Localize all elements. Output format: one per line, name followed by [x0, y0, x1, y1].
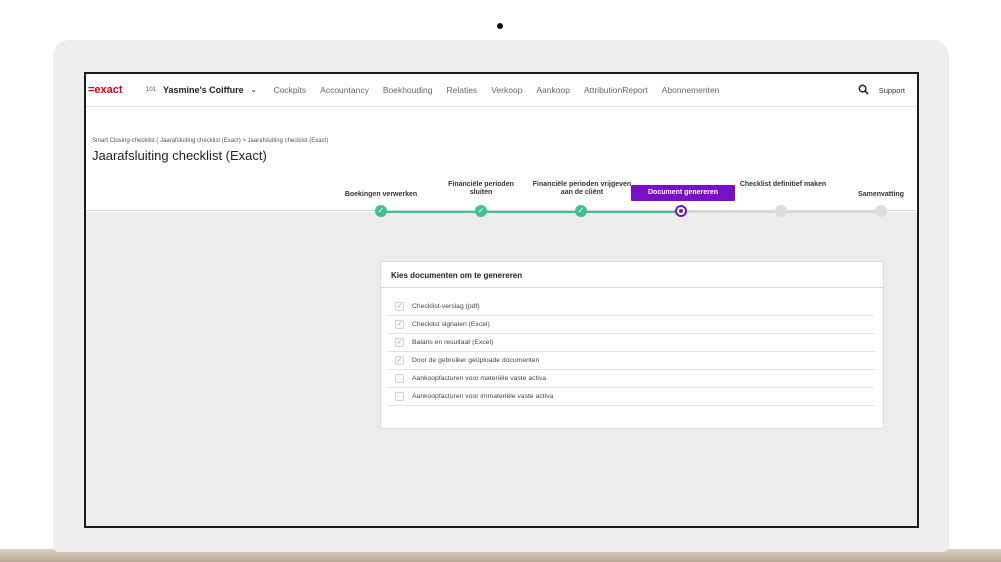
card-title: Kies documenten om te genereren: [391, 271, 523, 280]
document-list: ✓ Checklist-verslag (pdf) ✓ Checklist si…: [387, 298, 875, 406]
nav-item-accountancy[interactable]: Accountancy: [320, 85, 369, 95]
company-number: 101: [146, 87, 157, 93]
step-done-check-icon[interactable]: ✓: [375, 205, 387, 217]
list-item[interactable]: ✓ Balans en resultaat (Excel): [387, 334, 875, 352]
support-link[interactable]: Support: [879, 86, 905, 95]
card-divider: [381, 287, 883, 288]
list-item[interactable]: ✓ Door de gebruiker geüploade documenten: [387, 352, 875, 370]
checkbox-checked-icon[interactable]: ✓: [395, 356, 404, 365]
step-label-perioden-sluiten[interactable]: Financiële perioden sluiten: [436, 181, 526, 197]
checkbox-unchecked[interactable]: [395, 374, 404, 383]
document-selection-card: Kies documenten om te genereren ✓ Checkl…: [380, 261, 884, 429]
list-item[interactable]: ✓ Checklist-verslag (pdf): [387, 298, 875, 316]
step-label-checklist-definitief[interactable]: Checklist definitief maken: [738, 181, 828, 189]
page-title: Jaarafsluiting checklist (Exact): [92, 148, 267, 163]
document-label: Checklist signalen (Excel): [412, 321, 490, 328]
step-done-check-icon[interactable]: ✓: [475, 205, 487, 217]
company-selector[interactable]: 101 Yasmine's Coiffure ⌄: [146, 85, 257, 95]
nav-divider: [86, 106, 917, 107]
step-label-document-genereren[interactable]: Document genereren: [631, 185, 735, 201]
checkbox-checked-icon[interactable]: ✓: [395, 338, 404, 347]
chevron-down-icon: ⌄: [250, 87, 257, 94]
step-todo-indicator: [875, 205, 887, 217]
step-done-check-icon[interactable]: ✓: [575, 205, 587, 217]
step-label-boekingen[interactable]: Boekingen verwerken: [336, 191, 426, 199]
nav-item-boekhouding[interactable]: Boekhouding: [383, 85, 433, 95]
app-screen: =exact 101 Yasmine's Coiffure ⌄ Cockpits…: [84, 72, 919, 528]
document-label: Aankoopfacturen voor immateriële vaste a…: [412, 393, 554, 400]
checkbox-checked-icon[interactable]: ✓: [395, 302, 404, 311]
nav-item-verkoop[interactable]: Verkoop: [491, 85, 522, 95]
step-label-samenvatting[interactable]: Samenvatting: [841, 191, 917, 199]
list-item[interactable]: Aankoopfacturen voor materiële vaste act…: [387, 370, 875, 388]
document-label: Balans en resultaat (Excel): [412, 339, 494, 346]
webcam: [497, 23, 503, 29]
nav-item-attributionreport[interactable]: AttributionReport: [584, 85, 648, 95]
list-item[interactable]: Aankoopfacturen voor immateriële vaste a…: [387, 388, 875, 406]
step-label-perioden-vrijgeven[interactable]: Financiële perioden vrijgeven aan de cli…: [532, 181, 632, 197]
breadcrumb[interactable]: Smart Closing-checklist ( Jaarafsluiting…: [92, 138, 328, 144]
nav-item-aankoop[interactable]: Aankoop: [536, 85, 570, 95]
nav-item-cockpits[interactable]: Cockpits: [274, 85, 307, 95]
exact-logo[interactable]: =exact: [88, 84, 132, 96]
progress-track-done: [383, 211, 683, 213]
document-label: Aankoopfacturen voor materiële vaste act…: [412, 375, 547, 382]
company-name: Yasmine's Coiffure: [163, 85, 244, 95]
step-todo-indicator: [775, 205, 787, 217]
search-icon[interactable]: [858, 84, 869, 97]
top-navigation: =exact 101 Yasmine's Coiffure ⌄ Cockpits…: [86, 74, 917, 106]
nav-item-relaties[interactable]: Relaties: [446, 85, 477, 95]
checkbox-checked-icon[interactable]: ✓: [395, 320, 404, 329]
list-item[interactable]: ✓ Checklist signalen (Excel): [387, 316, 875, 334]
checkbox-unchecked[interactable]: [395, 392, 404, 401]
nav-item-abonnementen[interactable]: Abonnementen: [662, 85, 720, 95]
document-label: Checklist-verslag (pdf): [412, 303, 480, 310]
step-current-indicator[interactable]: [675, 205, 687, 217]
document-label: Door de gebruiker geüploade documenten: [412, 357, 540, 364]
